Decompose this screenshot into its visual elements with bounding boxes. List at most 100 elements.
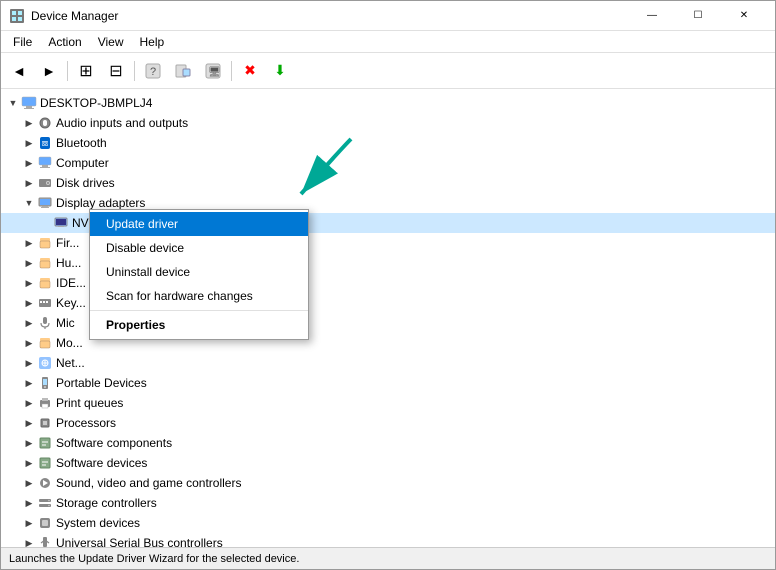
- toolbar-back[interactable]: ◄: [5, 57, 33, 85]
- proc-icon: [37, 415, 53, 431]
- mic-toggle[interactable]: ▶: [21, 315, 37, 331]
- proc-toggle[interactable]: ▶: [21, 415, 37, 431]
- net-icon: [37, 355, 53, 371]
- tree-disk[interactable]: ▶ Disk drives: [1, 173, 775, 193]
- tree-usb[interactable]: ▶ Universal Serial Bus controllers: [1, 533, 775, 547]
- net-label: Net...: [56, 356, 85, 370]
- title-bar-controls: — ☐ ✕: [629, 1, 767, 31]
- hu-toggle[interactable]: ▶: [21, 255, 37, 271]
- tree-system[interactable]: ▶ System devices: [1, 513, 775, 533]
- print-icon: [37, 395, 53, 411]
- minimize-button[interactable]: —: [629, 1, 675, 31]
- key-label: Key...: [56, 296, 86, 310]
- menu-action[interactable]: Action: [40, 33, 89, 51]
- audio-icon: [37, 115, 53, 131]
- ctx-scan-hardware[interactable]: Scan for hardware changes: [90, 284, 308, 308]
- disk-toggle[interactable]: ▶: [21, 175, 37, 191]
- svg-text:⯹: ⯹: [42, 139, 49, 149]
- toolbar-collapse[interactable]: ⊟: [102, 57, 130, 85]
- title-bar: Device Manager — ☐ ✕: [1, 1, 775, 31]
- menu-help[interactable]: Help: [132, 33, 173, 51]
- toolbar-remove[interactable]: ✖: [236, 57, 264, 85]
- root-label: DESKTOP-JBMPLJ4: [40, 96, 152, 110]
- tree-computer[interactable]: ▶ Computer: [1, 153, 775, 173]
- tree-sound[interactable]: ▶ Sound, video and game controllers: [1, 473, 775, 493]
- ide-label: IDE...: [56, 276, 86, 290]
- maximize-button[interactable]: ☐: [675, 1, 721, 31]
- net-toggle[interactable]: ▶: [21, 355, 37, 371]
- tree-swdev[interactable]: ▶ Software devices: [1, 453, 775, 473]
- usb-icon: [37, 535, 53, 547]
- ctx-update-driver[interactable]: Update driver: [90, 212, 308, 236]
- swdev-toggle[interactable]: ▶: [21, 455, 37, 471]
- disk-icon: [37, 175, 53, 191]
- ctx-properties[interactable]: Properties: [90, 313, 308, 337]
- system-toggle[interactable]: ▶: [21, 515, 37, 531]
- toolbar-expand[interactable]: ⊞: [72, 57, 100, 85]
- context-menu: Update driver Disable device Uninstall d…: [89, 209, 309, 340]
- menu-bar: File Action View Help: [1, 31, 775, 53]
- menu-view[interactable]: View: [90, 33, 132, 51]
- portable-icon: [37, 375, 53, 391]
- tree-proc[interactable]: ▶ Processors: [1, 413, 775, 433]
- print-label: Print queues: [56, 396, 123, 410]
- tree-print[interactable]: ▶ Print queues: [1, 393, 775, 413]
- tree-root[interactable]: ▼ DESKTOP-JBMPLJ4: [1, 93, 775, 113]
- ide-icon: [37, 275, 53, 291]
- swcomp-label: Software components: [56, 436, 172, 450]
- ctx-disable-device[interactable]: Disable device: [90, 236, 308, 260]
- tree-bluetooth[interactable]: ▶ ⯹ Bluetooth: [1, 133, 775, 153]
- toolbar-properties[interactable]: [169, 57, 197, 85]
- audio-toggle[interactable]: ▶: [21, 115, 37, 131]
- toolbar-help[interactable]: ?: [139, 57, 167, 85]
- close-button[interactable]: ✕: [721, 1, 767, 31]
- disk-label: Disk drives: [56, 176, 115, 190]
- computer-toggle[interactable]: ▶: [21, 155, 37, 171]
- print-toggle[interactable]: ▶: [21, 395, 37, 411]
- window-title: Device Manager: [31, 9, 629, 23]
- bluetooth-label: Bluetooth: [56, 136, 107, 150]
- sound-label: Sound, video and game controllers: [56, 476, 241, 490]
- system-label: System devices: [56, 516, 140, 530]
- storage-toggle[interactable]: ▶: [21, 495, 37, 511]
- nvidia-icon: [53, 215, 69, 231]
- swdev-icon: [37, 455, 53, 471]
- mic-icon: [37, 315, 53, 331]
- computer-icon: [21, 95, 37, 111]
- portable-toggle[interactable]: ▶: [21, 375, 37, 391]
- tree-portable[interactable]: ▶ Portable Devices: [1, 373, 775, 393]
- key-toggle[interactable]: ▶: [21, 295, 37, 311]
- toolbar-forward[interactable]: ►: [35, 57, 63, 85]
- sound-toggle[interactable]: ▶: [21, 475, 37, 491]
- mo-toggle[interactable]: ▶: [21, 335, 37, 351]
- bluetooth-toggle[interactable]: ▶: [21, 135, 37, 151]
- usb-toggle[interactable]: ▶: [21, 535, 37, 547]
- toolbar: ◄ ► ⊞ ⊟ ? 🖥 ✖ ⬇: [1, 53, 775, 89]
- tree-net[interactable]: ▶ Net...: [1, 353, 775, 373]
- tree-swcomp[interactable]: ▶ Software components: [1, 433, 775, 453]
- svg-text:?: ?: [150, 66, 156, 78]
- ide-toggle[interactable]: ▶: [21, 275, 37, 291]
- usb-label: Universal Serial Bus controllers: [56, 536, 223, 547]
- bluetooth-icon: ⯹: [37, 135, 53, 151]
- status-bar: Launches the Update Driver Wizard for th…: [1, 547, 775, 569]
- toolbar-scan[interactable]: 🖥: [199, 57, 227, 85]
- device-manager-window: Device Manager — ☐ ✕ File Action View He…: [0, 0, 776, 570]
- swcomp-toggle[interactable]: ▶: [21, 435, 37, 451]
- fir-toggle[interactable]: ▶: [21, 235, 37, 251]
- menu-file[interactable]: File: [5, 33, 40, 51]
- storage-icon: [37, 495, 53, 511]
- tree-audio[interactable]: ▶ Audio inputs and outputs: [1, 113, 775, 133]
- proc-label: Processors: [56, 416, 116, 430]
- computer-label: Computer: [56, 156, 109, 170]
- ctx-uninstall-device[interactable]: Uninstall device: [90, 260, 308, 284]
- status-text: Launches the Update Driver Wizard for th…: [9, 553, 299, 565]
- toolbar-sep-2: [134, 61, 135, 81]
- root-toggle[interactable]: ▼: [5, 95, 21, 111]
- fir-label: Fir...: [56, 236, 79, 250]
- toolbar-update[interactable]: ⬇: [266, 57, 294, 85]
- nvidia-toggle: [37, 215, 53, 231]
- tree-storage[interactable]: ▶ Storage controllers: [1, 493, 775, 513]
- display-toggle[interactable]: ▼: [21, 195, 37, 211]
- svg-text:🖥: 🖥: [208, 66, 221, 78]
